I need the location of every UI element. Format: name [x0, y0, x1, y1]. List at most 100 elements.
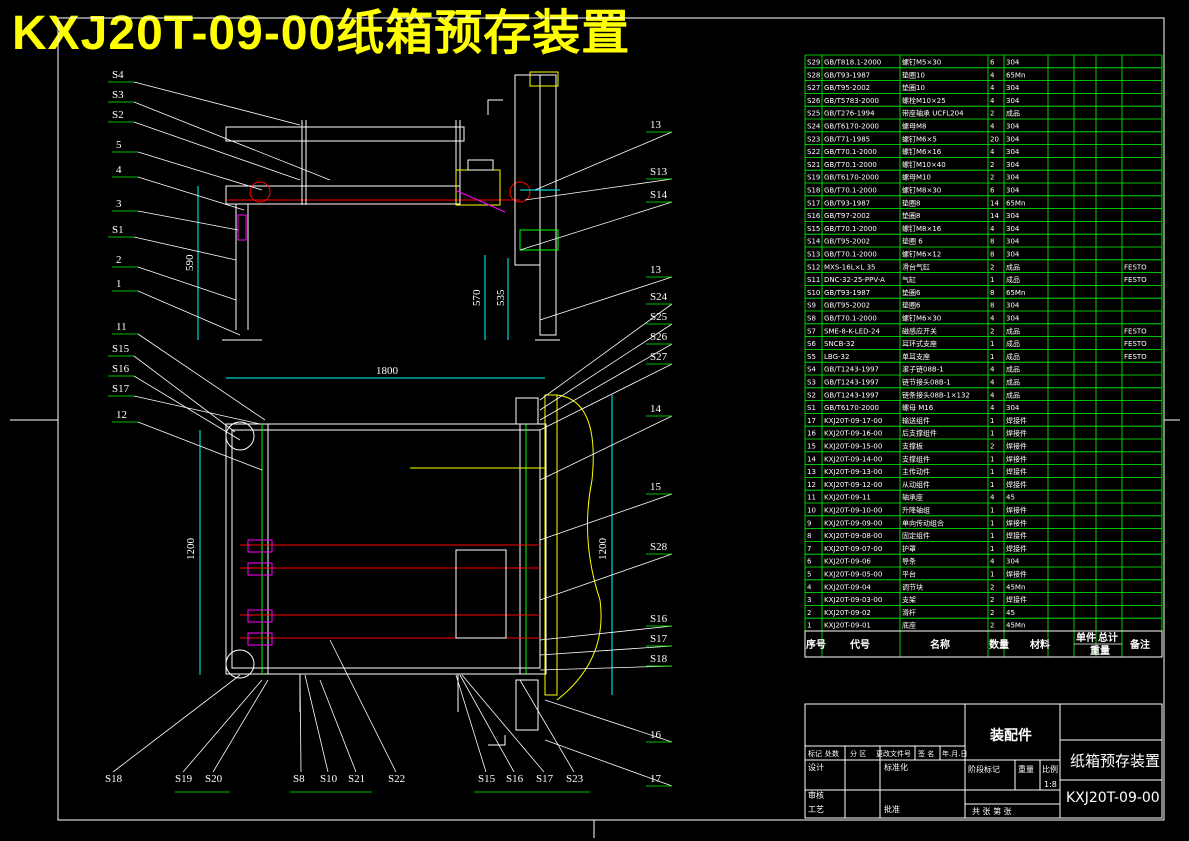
bom-cell: S12 [807, 263, 820, 271]
bom-cell: 1 [990, 417, 994, 425]
balloon-right-0: 13 [650, 119, 662, 131]
balloon-bottom-9: S17 [536, 773, 554, 785]
bom-cell: 6 [807, 558, 812, 566]
balloon-left-0: S4 [112, 69, 124, 81]
bom-cell: 1 [990, 353, 994, 361]
bom-cell: KXJ20T-09-09-00 [824, 519, 882, 527]
bom-cell: FESTO [1124, 327, 1147, 335]
bom-cell: 垫圈10 [902, 83, 925, 92]
tb-type: 装配件 [989, 727, 1032, 744]
dim-height-left: 1200 [185, 538, 197, 561]
tb-sheets: 共 张 第 张 [972, 806, 1012, 816]
bom-cell: KXJ20T-09-12-00 [824, 481, 882, 489]
bom-cell: 焊接件 [1006, 480, 1027, 489]
bom-cell: S9 [807, 302, 816, 310]
bom-cell: 1 [990, 545, 994, 553]
bom-cell: S1 [807, 404, 816, 412]
bom-cell: 2 [990, 609, 994, 617]
balloon-right-1: S13 [650, 166, 668, 178]
bom-cell: GB/T70.1-2000 [824, 251, 877, 259]
bom-cell: 304 [1006, 161, 1020, 169]
bom-header-7: 备注 [1129, 638, 1150, 651]
bom-cell: 65Mn [1006, 289, 1025, 297]
bom-cell: 输送组件 [902, 416, 930, 425]
bom-cell: DNC-32-25-PPV-A [824, 276, 885, 284]
tb-weight: 重量 [1018, 764, 1034, 774]
bom-cell: 升降轴组 [902, 506, 930, 515]
bom-cell: 焊接件 [1006, 506, 1027, 515]
bom-cell: 1 [990, 455, 994, 463]
bom-cell: SME-8-K-LED-24 [824, 327, 880, 335]
bom-cell: 支撑板 [902, 442, 923, 451]
bom-cell: S4 [807, 366, 816, 374]
bom-cell: GB/T95-2002 [824, 238, 870, 246]
bom-cell: 焊接件 [1006, 467, 1027, 476]
bom-cell: 1 [990, 276, 994, 284]
bom-cell: S29 [807, 59, 820, 67]
bom-cell: 3 [807, 596, 811, 604]
bom-cell: 12 [807, 481, 816, 489]
bom-cell: 带座轴承 UCFL204 [902, 109, 964, 118]
bom-cell: 16 [807, 430, 816, 438]
bom-cell: 4 [990, 148, 995, 156]
tb-row-label-4: 签 名 [918, 749, 934, 758]
bom-cell: 304 [1006, 123, 1020, 131]
bom-cell: S3 [807, 379, 816, 387]
bom-cell: 1 [990, 507, 994, 515]
bom-cell: 1 [990, 532, 994, 540]
bom-cell: 焊接件 [1006, 544, 1027, 553]
balloon-bottom-0: S18 [105, 773, 123, 785]
bom-cell: 14 [807, 455, 816, 463]
bom-cell: 17 [807, 417, 816, 425]
bom-cell: GB/T6170-2000 [824, 404, 879, 412]
bom-cell: 304 [1006, 212, 1020, 220]
bom-cell: 2 [990, 161, 994, 169]
balloon-left-11: S16 [112, 363, 130, 375]
bom-header-2: 名称 [930, 638, 950, 651]
bom-cell: GB/T71-1985 [824, 135, 870, 143]
bom-cell: 固定组件 [902, 531, 930, 540]
bom-cell: 螺钉M6×16 [902, 147, 942, 156]
bom-cell: 45Mn [1006, 622, 1025, 630]
bom-cell: 8 [990, 289, 994, 297]
bom-cell: 4 [990, 225, 995, 233]
bom-cell: 10 [807, 507, 816, 515]
bom-cell: S18 [807, 187, 820, 195]
bom-cell: S21 [807, 161, 820, 169]
bom-cell: 6 [990, 187, 995, 195]
bom-cell: 焊接件 [1006, 570, 1027, 579]
balloon-bottom-4: S10 [320, 773, 338, 785]
bom-cell: 8 [990, 251, 994, 259]
bom-cell: 2 [990, 263, 994, 271]
bom-header-0: 序号 [806, 638, 826, 651]
bom-cell: 13 [807, 468, 816, 476]
balloon-left-1: S3 [112, 89, 124, 101]
bom-cell: 螺钉M6×5 [902, 134, 937, 143]
bom-cell: S27 [807, 84, 820, 92]
bom-cell: 4 [990, 366, 995, 374]
bom-cell: FESTO [1124, 276, 1147, 284]
bom-cell: 滑杆 [902, 608, 916, 617]
bom-cell: 单耳支座 [902, 352, 930, 361]
bom-cell: S15 [807, 225, 820, 233]
bom-cell: 1 [990, 481, 994, 489]
bom-cell: 4 [990, 379, 995, 387]
tb-row-label-2: 分 区 [850, 749, 866, 758]
bom-cell: 成品 [1006, 378, 1020, 387]
bom-cell: 304 [1006, 302, 1020, 310]
balloon-left-4: 4 [116, 164, 122, 176]
bom-cell: 45Mn [1006, 583, 1025, 591]
bom-cell: 20 [990, 135, 999, 143]
bom-cell: 螺栓M10×25 [902, 96, 946, 105]
cad-drawing: 590 570 535 1800 1200 1200 S4S3S2543S121… [10, 17, 1180, 838]
tb-name: 纸箱预存装置 [1070, 752, 1160, 770]
balloon-right-15: 17 [650, 773, 662, 785]
bom-cell: KXJ20T-09-13-00 [824, 468, 882, 476]
bom-cell: 成品 [1006, 352, 1020, 361]
bom-cell: FESTO [1124, 353, 1147, 361]
bom-cell: 4 [990, 391, 995, 399]
bom-cell: GB/T93-1987 [824, 199, 870, 207]
balloon-left-8: 1 [116, 278, 122, 290]
bom-cell: GB/T1243-1997 [824, 379, 879, 387]
balloon-bottom-1: S19 [175, 773, 193, 785]
